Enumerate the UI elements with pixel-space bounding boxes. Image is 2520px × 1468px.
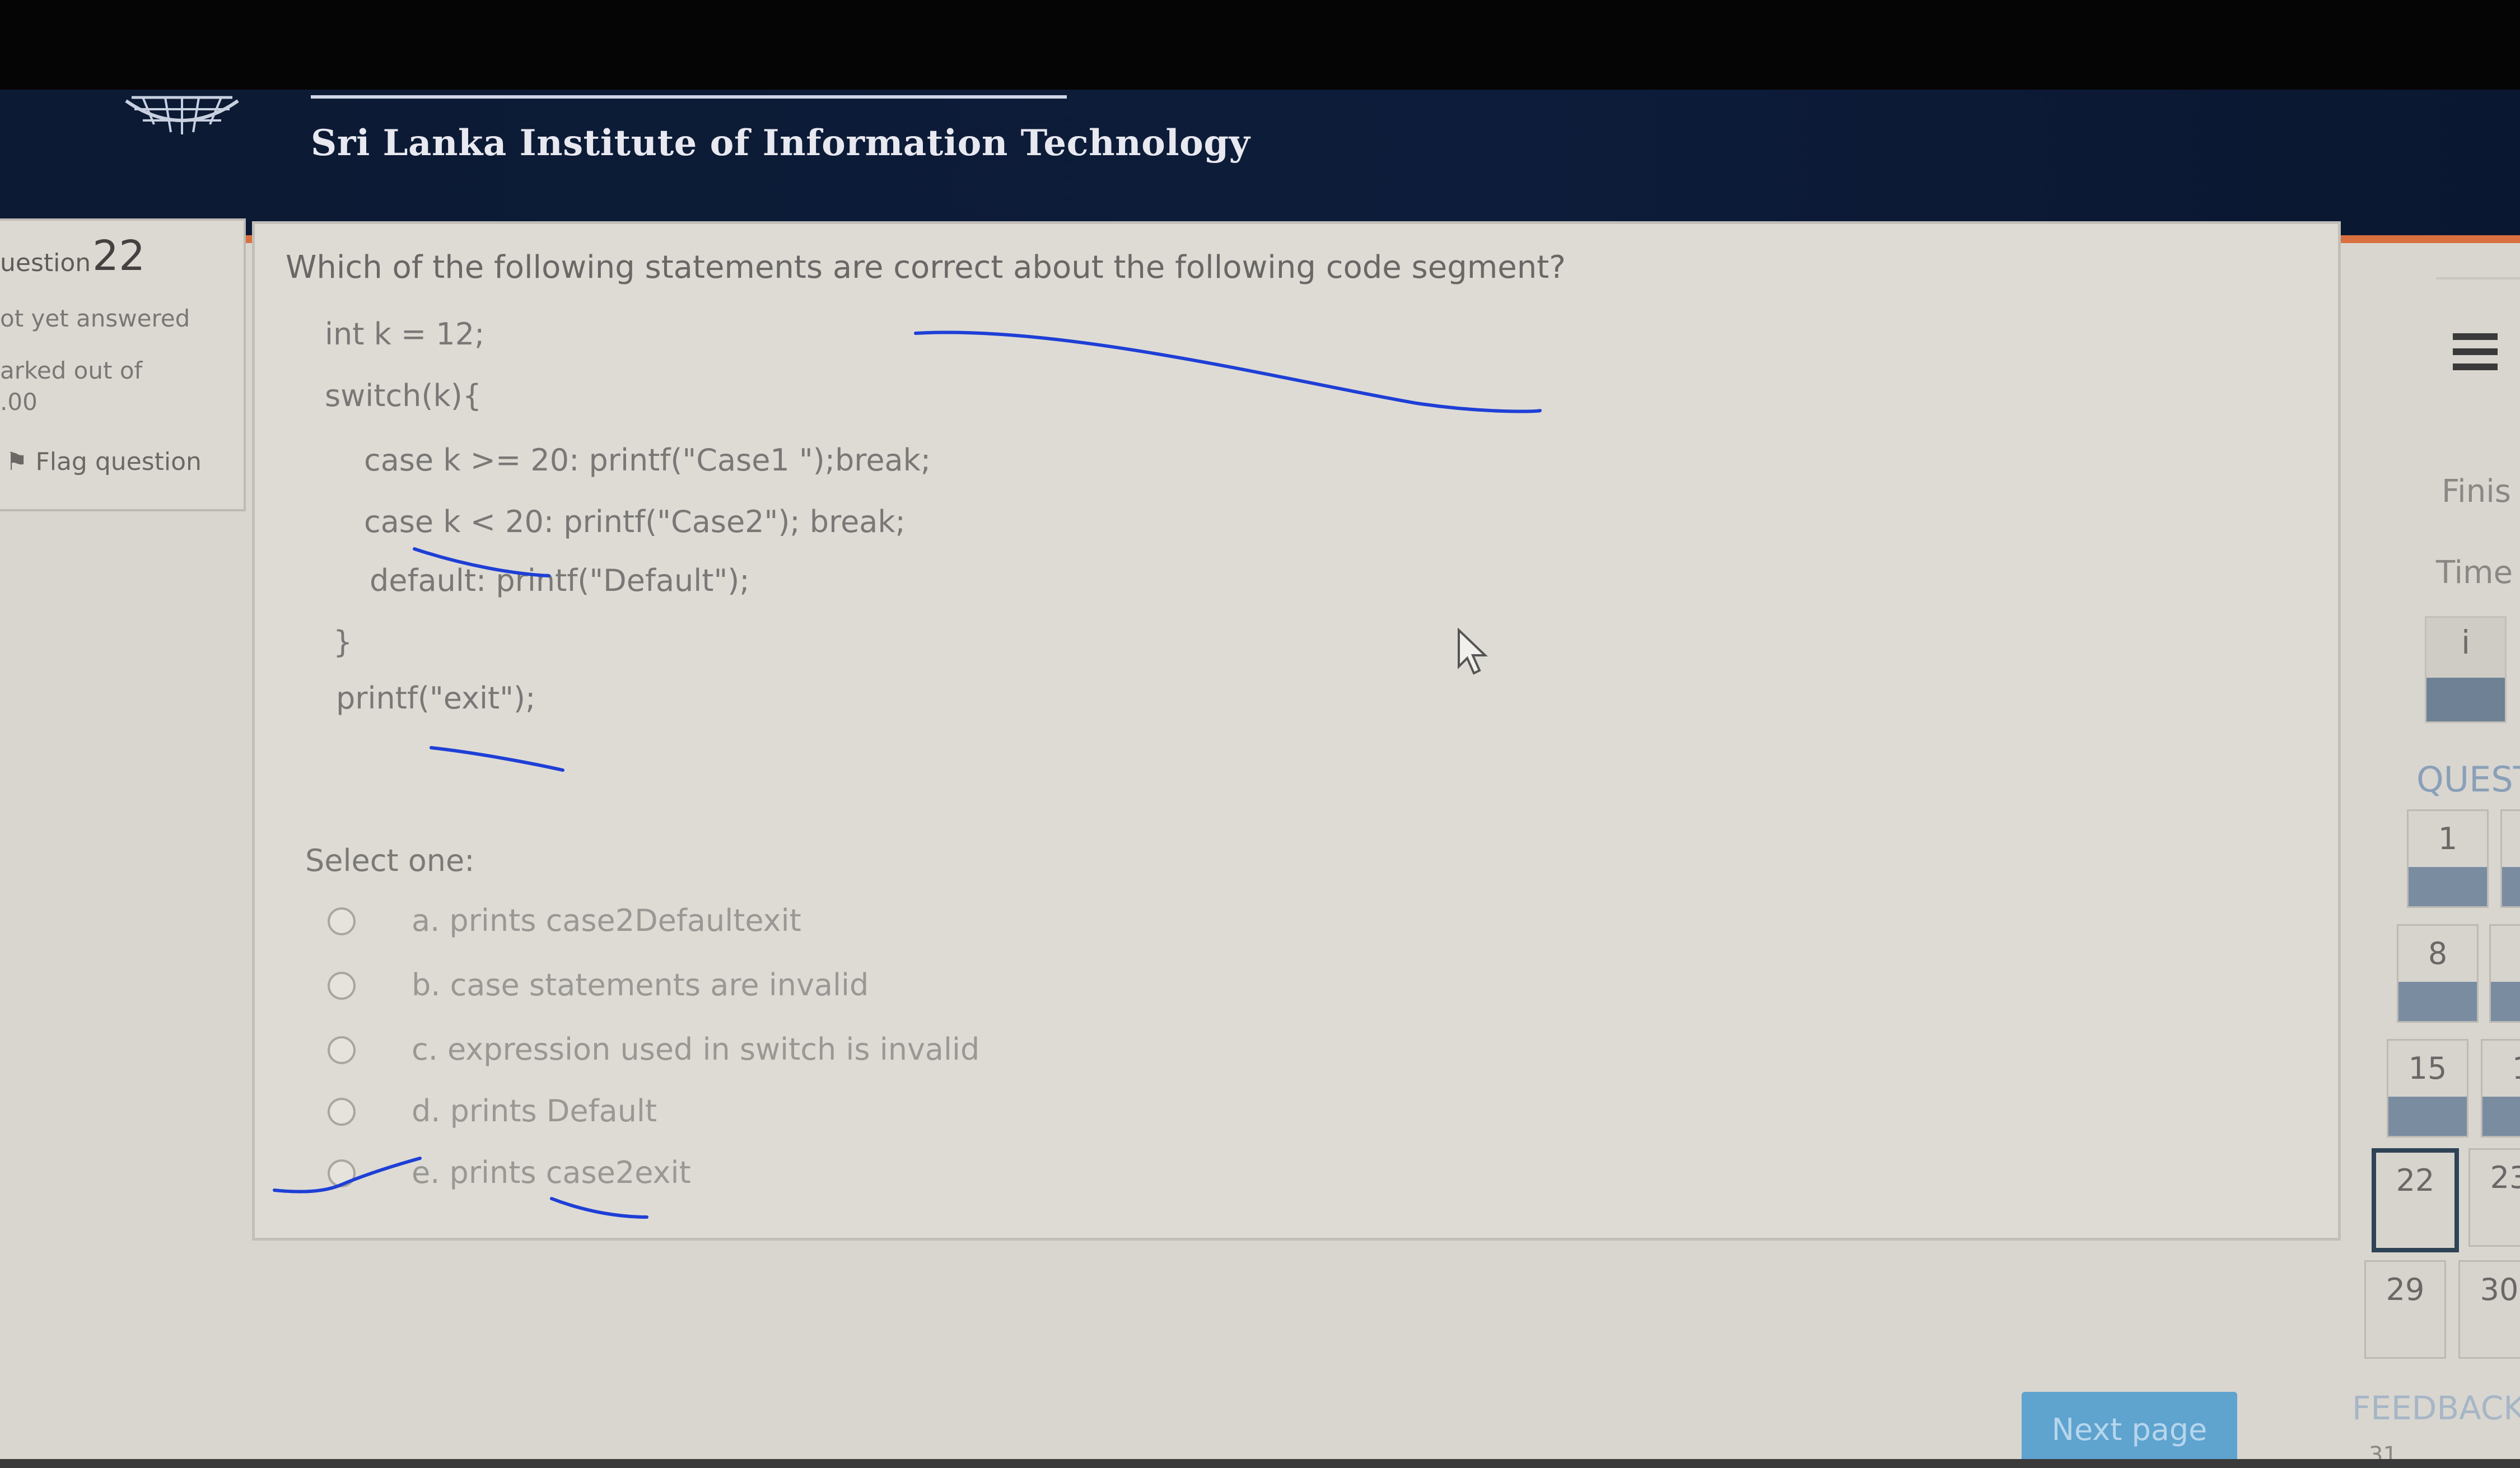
- nav-question-tile[interactable]: 30: [2458, 1260, 2520, 1359]
- nav-question-tile[interactable]: [2489, 924, 2520, 1023]
- code-line: case k >= 20: printf("Case1 ");break;: [364, 442, 931, 478]
- quiz-navigation-heading: QUEST: [2416, 759, 2520, 800]
- question-info-block: uestion 22 ot yet answered arked out of …: [0, 218, 246, 511]
- tile-number: 8: [2428, 936, 2448, 971]
- finish-attempt-link[interactable]: Finis: [2442, 473, 2511, 510]
- institute-logo-icon[interactable]: [120, 90, 244, 148]
- tile-status-bar: [2502, 867, 2520, 906]
- photo-bezel-bottom: [0, 1459, 2520, 1468]
- flag-question-link[interactable]: ⚑ Flag question: [6, 448, 202, 476]
- tile-number: 1: [2438, 821, 2458, 856]
- nav-question-tile-current[interactable]: 22: [2372, 1148, 2459, 1252]
- radio-button[interactable]: [328, 907, 356, 935]
- marks-line-2: .00: [0, 388, 38, 416]
- flag-question-label: Flag question: [35, 448, 202, 476]
- photo-bezel-top: [0, 0, 2520, 92]
- code-line: int k = 12;: [325, 316, 485, 352]
- info-tile[interactable]: i: [2425, 616, 2507, 723]
- code-line: printf("exit");: [336, 681, 536, 716]
- time-left-label: Time: [2436, 554, 2513, 591]
- tile-number: 1: [2482, 1051, 2520, 1086]
- mouse-cursor-icon: [1458, 627, 1488, 675]
- nav-question-tile[interactable]: 1: [2407, 809, 2489, 908]
- code-line: default: printf("Default");: [370, 563, 750, 598]
- tile-number: 23: [2490, 1160, 2520, 1195]
- nav-question-tile[interactable]: 15: [2387, 1039, 2468, 1138]
- tile-number: 30: [2480, 1272, 2519, 1307]
- feedback-heading: FEEDBACK: [2352, 1389, 2520, 1427]
- tile-status-bar: [2398, 982, 2477, 1021]
- tile-status-bar: [2409, 867, 2487, 906]
- code-line: switch(k){: [325, 378, 482, 413]
- question-marks: arked out of .00: [0, 355, 185, 418]
- nav-question-tile[interactable]: [2500, 809, 2520, 908]
- site-header: Sri Lanka Institute of Information Techn…: [0, 90, 2520, 243]
- tile-status-bar: [2491, 982, 2520, 1021]
- answer-label[interactable]: b. case statements are invalid: [412, 967, 869, 1003]
- question-number: 22: [92, 232, 146, 280]
- nav-question-tile[interactable]: 8: [2397, 924, 2479, 1023]
- marks-line-1: arked out of: [0, 357, 143, 384]
- select-one-prompt: Select one:: [305, 843, 475, 878]
- tile-status-bar: [2482, 1097, 2520, 1136]
- answer-label[interactable]: e. prints case2exit: [412, 1155, 691, 1190]
- nav-question-tile[interactable]: 1: [2481, 1039, 2520, 1138]
- nav-question-tile[interactable]: 29: [2364, 1260, 2446, 1359]
- hamburger-menu-icon[interactable]: [2453, 330, 2503, 375]
- tile-status-bar: [2388, 1097, 2467, 1136]
- next-page-button[interactable]: Next page: [2022, 1392, 2237, 1467]
- nav-question-tile[interactable]: 23: [2468, 1148, 2520, 1247]
- question-label: uestion: [0, 249, 91, 277]
- answer-label[interactable]: d. prints Default: [412, 1093, 657, 1129]
- radio-button[interactable]: [328, 1098, 356, 1126]
- code-line: case k < 20: printf("Case2"); break;: [364, 504, 906, 539]
- radio-button[interactable]: [328, 972, 356, 1000]
- info-icon: i: [2461, 623, 2471, 661]
- tile-number: 22: [2396, 1163, 2435, 1198]
- tile-number: 15: [2408, 1051, 2447, 1086]
- radio-button[interactable]: [328, 1159, 356, 1187]
- question-panel: Which of the following statements are co…: [252, 221, 2341, 1241]
- flag-icon: ⚑: [6, 448, 36, 476]
- tile-number: 29: [2386, 1272, 2425, 1307]
- question-status: ot yet answered: [0, 305, 190, 332]
- answer-label[interactable]: a. prints case2Defaultexit: [412, 903, 801, 938]
- answer-label[interactable]: c. expression used in switch is invalid: [412, 1032, 979, 1067]
- radio-button[interactable]: [328, 1036, 356, 1064]
- institute-name[interactable]: Sri Lanka Institute of Information Techn…: [311, 122, 1250, 164]
- nav-rule: [2436, 277, 2520, 279]
- header-rule: [311, 95, 1067, 99]
- code-line: }: [333, 625, 353, 660]
- question-text: Which of the following statements are co…: [286, 249, 1566, 286]
- tile-status-bar: [2426, 678, 2505, 721]
